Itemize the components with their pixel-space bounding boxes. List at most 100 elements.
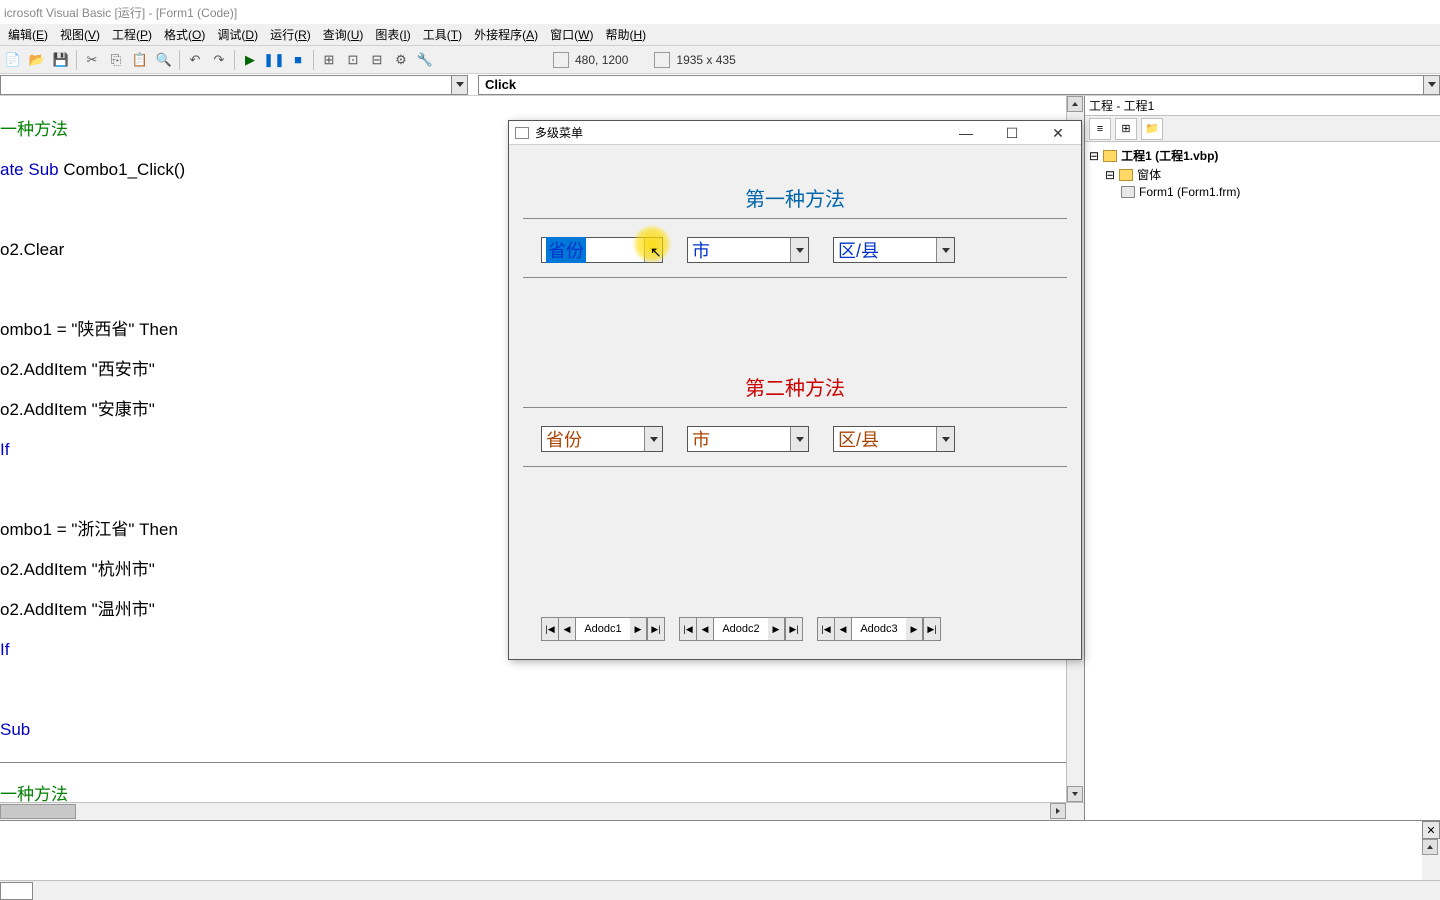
tool-stop[interactable]: ■	[287, 49, 309, 71]
combo2-district[interactable]: 区/县	[833, 426, 955, 452]
adodc-label: Adodc1	[576, 623, 630, 635]
chevron-down-icon[interactable]	[790, 238, 808, 262]
project-explorer: 工程 - 工程1 ≡ ⊞ 📁 ⊟ 工程1 (工程1.vbp) ⊟ 窗体 Form…	[1084, 96, 1440, 820]
adodc3-control: |◀ ◀ Adodc3 ▶ ▶|	[817, 617, 941, 641]
status-tab[interactable]	[0, 882, 33, 900]
tool-open[interactable]: 📂	[26, 49, 48, 71]
view-object-button[interactable]: ⊞	[1115, 118, 1137, 140]
tool-pause[interactable]: ❚❚	[263, 49, 285, 71]
tree-project-root[interactable]: ⊟ 工程1 (工程1.vbp)	[1089, 146, 1436, 165]
menu-tools[interactable]: 工具(T)	[417, 24, 468, 45]
tool-new[interactable]: 📄	[2, 49, 24, 71]
tool-paste[interactable]: 📋	[129, 49, 151, 71]
project-tree[interactable]: ⊟ 工程1 (工程1.vbp) ⊟ 窗体 Form1 (Form1.frm)	[1085, 142, 1440, 820]
immediate-scrollbar[interactable]	[1422, 839, 1440, 880]
minimize-button[interactable]: —	[943, 121, 989, 145]
chevron-down-icon[interactable]	[644, 238, 662, 262]
chevron-down-icon[interactable]	[790, 427, 808, 451]
nav-next-button[interactable]: ▶	[768, 618, 785, 640]
procedure-selector[interactable]: Click	[478, 75, 1440, 95]
immediate-window[interactable]: ✕	[0, 820, 1440, 880]
tool-run[interactable]: ▶	[239, 49, 261, 71]
combo-text: 省份	[546, 237, 586, 263]
menu-debug[interactable]: 调试(D)	[211, 24, 264, 45]
nav-last-button[interactable]: ▶|	[647, 618, 664, 640]
nav-last-button[interactable]: ▶|	[923, 618, 940, 640]
menu-format[interactable]: 格式(O)	[158, 24, 211, 45]
adodc1-control: |◀ ◀ Adodc1 ▶ ▶|	[541, 617, 665, 641]
scroll-up-button[interactable]	[1067, 96, 1083, 112]
tool-copy[interactable]: ⎘	[105, 49, 127, 71]
tool-find[interactable]: 🔍	[153, 49, 175, 71]
maximize-button[interactable]: ☐	[989, 121, 1035, 145]
view-code-button[interactable]: ≡	[1089, 118, 1111, 140]
chevron-down-icon[interactable]	[644, 427, 662, 451]
form-body: 第一种方法 省份 市 区/县 第二种方法 省份	[509, 145, 1081, 661]
menu-diagram[interactable]: 图表(I)	[369, 24, 416, 45]
close-button[interactable]: ✕	[1035, 121, 1081, 145]
object-selector[interactable]	[0, 75, 468, 95]
menu-view[interactable]: 视图(V)	[54, 24, 106, 45]
scroll-thumb[interactable]	[0, 804, 76, 819]
combo2-city[interactable]: 市	[687, 426, 809, 452]
menu-run[interactable]: 运行(R)	[264, 24, 317, 45]
menu-query[interactable]: 查询(U)	[317, 24, 370, 45]
nav-next-button[interactable]: ▶	[906, 618, 923, 640]
method2-combo-row: 省份 市 区/县	[523, 426, 1067, 452]
tool-undo[interactable]: ↶	[184, 49, 206, 71]
tool-save[interactable]: 💾	[50, 49, 72, 71]
combo-text: 区/县	[838, 426, 879, 452]
divider	[523, 407, 1067, 408]
nav-first-button[interactable]: |◀	[818, 618, 835, 640]
chevron-down-icon[interactable]	[451, 76, 467, 94]
project-icon	[1103, 150, 1117, 162]
tool-cut[interactable]: ✂	[81, 49, 103, 71]
combo1-district[interactable]: 区/县	[833, 237, 955, 263]
toggle-folders-button[interactable]: 📁	[1141, 118, 1163, 140]
nav-prev-button[interactable]: ◀	[697, 618, 714, 640]
divider	[523, 466, 1067, 467]
scroll-right-button[interactable]	[1050, 803, 1066, 819]
tree-forms-folder[interactable]: ⊟ 窗体	[1089, 165, 1436, 184]
scroll-up-button[interactable]	[1422, 839, 1438, 855]
scroll-down-button[interactable]	[1067, 786, 1083, 802]
form-titlebar[interactable]: 多级菜单 — ☐ ✕	[509, 121, 1081, 145]
chevron-down-icon[interactable]	[1423, 76, 1439, 94]
size-value: 1935 x 435	[676, 53, 735, 67]
tree-form-item[interactable]: Form1 (Form1.frm)	[1089, 184, 1436, 200]
menu-edit[interactable]: 编辑(E)	[2, 24, 54, 45]
nav-first-button[interactable]: |◀	[542, 618, 559, 640]
tool-redo[interactable]: ↷	[208, 49, 230, 71]
menu-addins[interactable]: 外接程序(A)	[468, 24, 544, 45]
tool-object-browser[interactable]: ⚙	[390, 49, 412, 71]
panel-title: 工程 - 工程1	[1085, 96, 1440, 116]
nav-prev-button[interactable]: ◀	[559, 618, 576, 640]
combo2-province[interactable]: 省份	[541, 426, 663, 452]
nav-last-button[interactable]: ▶|	[785, 618, 802, 640]
form-icon	[1121, 186, 1135, 198]
chevron-down-icon[interactable]	[936, 427, 954, 451]
nav-first-button[interactable]: |◀	[680, 618, 697, 640]
tool-properties[interactable]: ⊡	[342, 49, 364, 71]
code-selector-row: Click	[0, 74, 1440, 96]
adodc-row: |◀ ◀ Adodc1 ▶ ▶| |◀ ◀ Adodc2 ▶ ▶| |◀ ◀ A…	[523, 617, 1067, 641]
chevron-down-icon[interactable]	[936, 238, 954, 262]
tool-project-explorer[interactable]: ⊞	[318, 49, 340, 71]
horizontal-scrollbar[interactable]	[0, 802, 1084, 820]
window-controls: — ☐ ✕	[943, 121, 1081, 145]
method1-label: 第一种方法	[523, 183, 1067, 212]
nav-next-button[interactable]: ▶	[630, 618, 647, 640]
combo1-province[interactable]: 省份	[541, 237, 663, 263]
combo1-city[interactable]: 市	[687, 237, 809, 263]
tool-toolbox[interactable]: 🔧	[414, 49, 436, 71]
tool-separator	[234, 50, 235, 70]
menu-window[interactable]: 窗口(W)	[544, 24, 599, 45]
adodc-label: Adodc3	[852, 623, 906, 635]
menu-help[interactable]: 帮助(H)	[599, 24, 652, 45]
close-icon[interactable]: ✕	[1422, 821, 1440, 839]
form-title: 多级菜单	[535, 124, 583, 141]
tool-form-layout[interactable]: ⊟	[366, 49, 388, 71]
procedure-value: Click	[485, 77, 516, 92]
nav-prev-button[interactable]: ◀	[835, 618, 852, 640]
menu-project[interactable]: 工程(P)	[106, 24, 158, 45]
